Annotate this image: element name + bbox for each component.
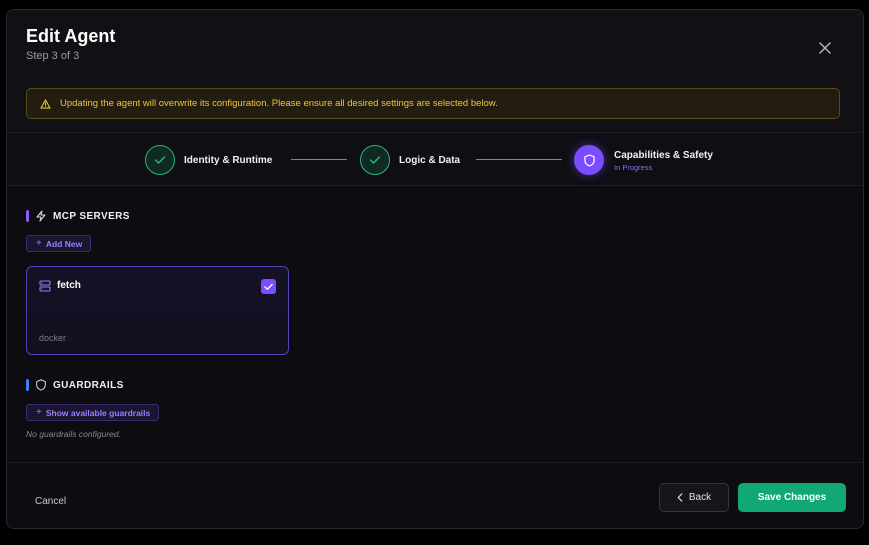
step-1-complete-indicator — [145, 145, 175, 175]
check-icon — [154, 156, 166, 164]
server-name: fetch — [57, 280, 81, 291]
server-selected-checkbox[interactable] — [261, 279, 276, 294]
add-mcp-server-button[interactable]: + Add New — [26, 235, 92, 252]
step-2-complete-indicator — [360, 145, 390, 175]
server-type: docker — [39, 333, 67, 343]
save-changes-button[interactable]: Save Changes — [738, 483, 846, 512]
plus-icon: + — [36, 407, 42, 418]
step-1-label: Identity & Runtime — [184, 155, 273, 166]
show-guardrails-button[interactable]: + Show available guardrails — [26, 404, 160, 421]
close-icon — [819, 42, 831, 54]
guardrails-section-accent — [26, 379, 29, 391]
cancel-button[interactable]: Cancel — [35, 496, 66, 507]
mcp-section-accent — [26, 210, 29, 222]
edit-agent-dialog: Edit Agent Step 3 of 3 Updating the agen… — [6, 9, 864, 529]
plug-icon — [36, 210, 46, 222]
warning-text: Updating the agent will overwrite its co… — [60, 98, 498, 109]
guardrails-empty-state: No guardrails configured. — [26, 429, 121, 439]
dialog-step-indicator: Step 3 of 3 — [26, 50, 80, 62]
dialog-title: Edit Agent — [26, 26, 116, 46]
stepper: Identity & Runtime Logic & Data Capabili… — [7, 132, 863, 186]
add-mcp-server-label: Add New — [45, 238, 83, 249]
guardrails-section-title: GUARDRAILS — [53, 380, 124, 391]
shield-icon — [36, 379, 46, 391]
mcp-section-title: MCP SERVERS — [53, 211, 130, 222]
dialog-footer: Cancel Back Save Changes — [7, 462, 863, 528]
step-3-label: Capabilities & Safety — [614, 150, 713, 161]
step-3-status: In Progress — [614, 163, 653, 172]
show-guardrails-label: Show available guardrails — [45, 407, 151, 418]
check-icon — [369, 156, 381, 164]
step-2-label: Logic & Data — [399, 155, 461, 166]
check-icon — [264, 283, 273, 290]
mcp-server-card-fetch[interactable]: fetch docker — [26, 266, 289, 355]
back-button[interactable]: Back — [659, 483, 729, 512]
server-icon — [39, 280, 51, 292]
chevron-left-icon — [677, 493, 683, 502]
step-connector — [291, 159, 347, 160]
warning-triangle-icon — [40, 98, 51, 109]
plus-icon: + — [36, 238, 42, 249]
step-3-active-indicator — [574, 145, 604, 175]
back-label: Back — [688, 492, 712, 503]
shield-icon — [583, 153, 595, 167]
step-connector — [476, 159, 562, 160]
warning-banner: Updating the agent will overwrite its co… — [26, 88, 840, 119]
dialog-header: Edit Agent Step 3 of 3 Updating the agen… — [7, 10, 863, 132]
close-button[interactable] — [817, 40, 833, 56]
